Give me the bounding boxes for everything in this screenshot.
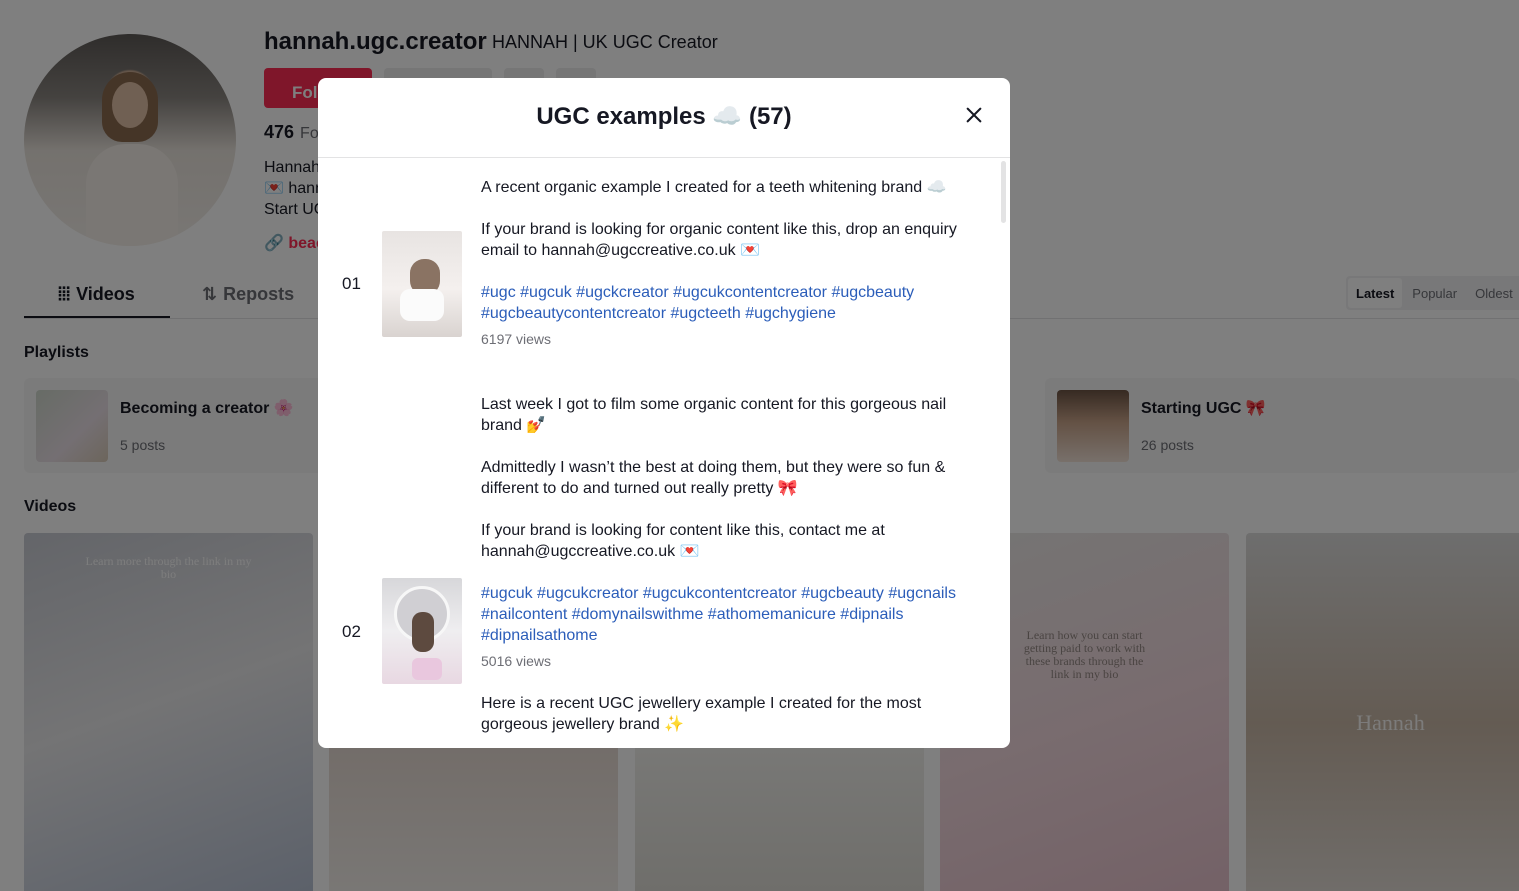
item-text: A recent organic example I created for a…: [481, 179, 947, 196]
item-thumbnail[interactable]: [382, 231, 462, 337]
item-hashtags[interactable]: #ugc #ugcuk #ugckcreator #ugcukcontentcr…: [481, 282, 961, 324]
item-views: 6197 views: [481, 331, 552, 347]
item-hashtags[interactable]: #ugcuk #ugcukcreator #ugcukcontentcreato…: [481, 583, 961, 646]
modal-header: UGC examples ☁️ (57): [318, 78, 1010, 158]
item-number: 01: [342, 274, 361, 293]
item-number: 02: [342, 622, 361, 641]
item-text: Here is a recent UGC jewellery example I…: [481, 695, 922, 733]
modal-list: 01 A recent organic example I created fo…: [318, 159, 1010, 748]
playlist-modal: UGC examples ☁️ (57) 01 A recent organic…: [318, 78, 1010, 748]
item-text: If your brand is looking for organic con…: [481, 221, 957, 259]
item-text: Last week I got to film some organic con…: [481, 396, 947, 434]
item-description: Last week I got to film some organic con…: [481, 394, 961, 672]
item-text: Admittedly I wasn’t the best at doing th…: [481, 459, 946, 497]
item-views: 5016 views: [481, 653, 552, 669]
item-description: A recent organic example I created for a…: [481, 177, 961, 350]
item-thumbnail[interactable]: [382, 578, 462, 684]
item-description: Here is a recent UGC jewellery example I…: [481, 693, 961, 735]
modal-title: UGC examples ☁️ (57): [536, 103, 792, 130]
item-text: If your brand is looking for content lik…: [481, 522, 885, 560]
close-icon[interactable]: [960, 102, 988, 130]
